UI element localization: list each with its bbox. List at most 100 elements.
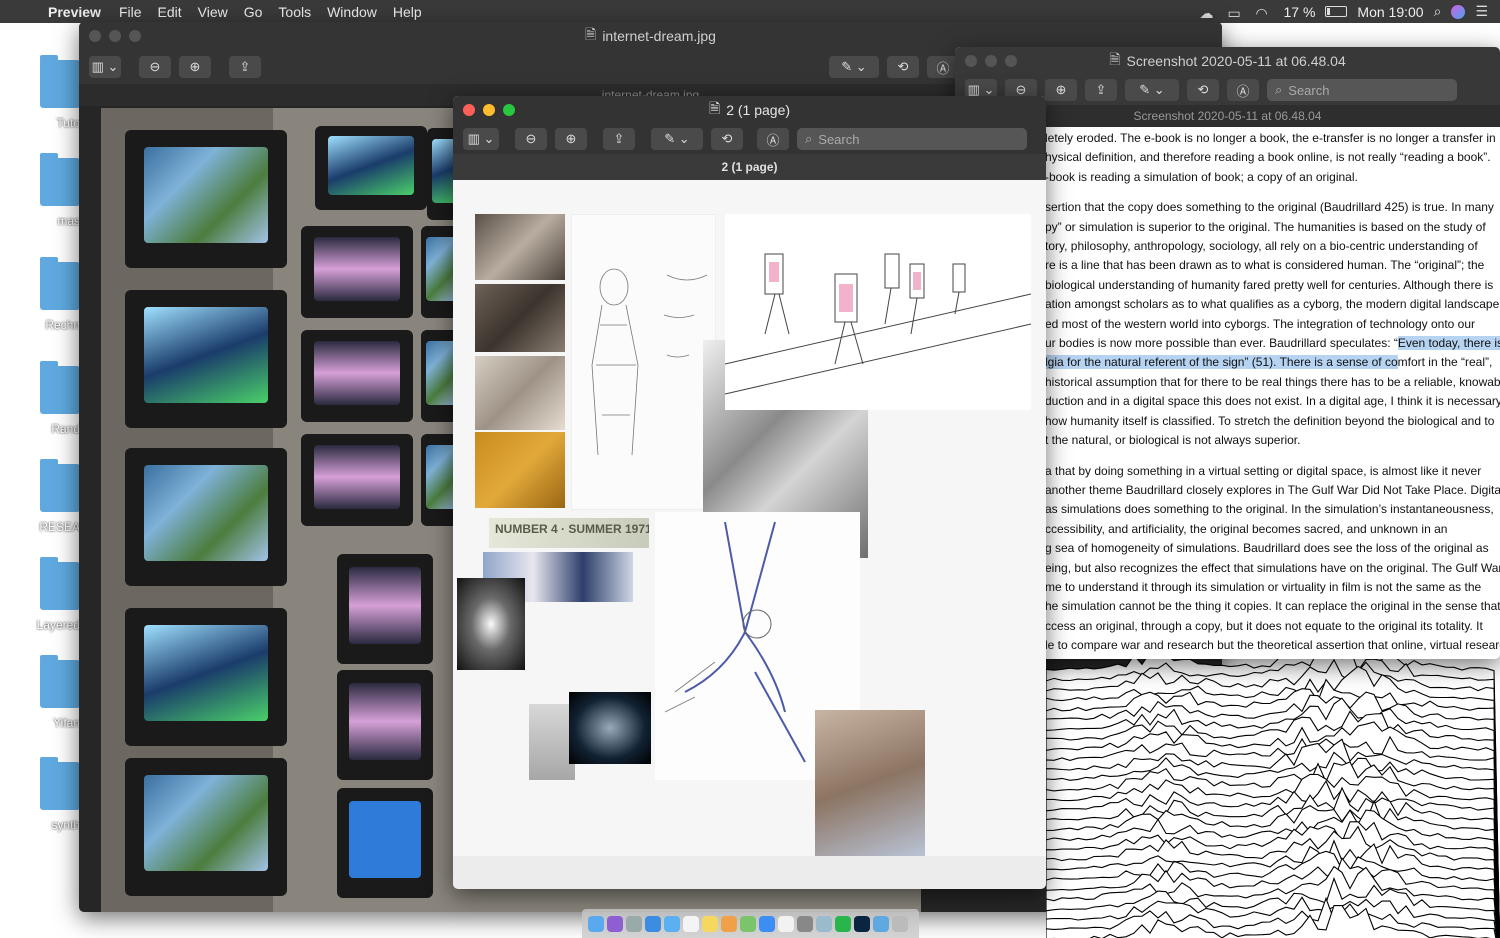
wifi-icon[interactable]: ◠ [1256,5,1274,21]
minimize-button[interactable] [985,55,997,67]
sidebar-toggle-button[interactable]: ▥ ⌄ [89,56,121,78]
trash-icon[interactable] [892,915,908,932]
text-line: sertion that the copy does something to … [1045,200,1494,215]
text-line: letely eroded. The e-book is no longer a… [1045,131,1496,145]
menu-file[interactable]: File [111,4,150,20]
notes-icon[interactable] [702,915,718,932]
minimize-button[interactable] [109,30,121,42]
zoom-button[interactable] [503,104,515,116]
tv-set [337,554,433,664]
mail-icon[interactable] [664,915,680,932]
siri-icon[interactable] [607,915,623,932]
close-button[interactable] [89,30,101,42]
safari-icon[interactable] [645,915,661,932]
tv-set [337,670,433,780]
sidebar-toggle-button[interactable]: ▥ ⌄ [463,128,499,150]
share-button[interactable]: ⇪ [603,128,635,150]
zoom-button[interactable] [129,30,141,42]
zoom-in-button[interactable]: ⊕ [179,56,211,78]
desktop-folder[interactable]: Tuto [40,55,80,130]
folder-label: Rechn [45,318,80,332]
markup-button[interactable]: Ⓐ [757,128,789,150]
creative-cloud-icon[interactable]: ☁ [1200,5,1218,21]
share-button[interactable]: ⇪ [1085,79,1117,101]
notification-center-icon[interactable]: ☰ [1475,3,1488,20]
zoom-button[interactable] [1005,55,1017,67]
search-input[interactable]: ⌕ Search [797,128,1027,150]
folder-icon[interactable] [873,915,889,932]
folder-label: Layered [36,618,80,632]
app-store-icon[interactable] [759,915,775,932]
titlebar[interactable]: 🗎 internet-dream.jpg [79,22,1222,50]
desktop-folder[interactable]: mas [40,153,80,228]
folder-label: Yifan [53,716,80,730]
close-button[interactable] [965,55,977,67]
figure-render-image [815,710,925,856]
siri-icon[interactable] [1451,4,1466,19]
battery-icon[interactable] [1325,6,1348,17]
menu-edit[interactable]: Edit [150,4,190,20]
toolbar: ▥ ⌄ ⊖ ⊕ ⇪ ✎ ⌄ ⟲ Ⓐ ⌕ Search [453,124,1046,154]
texture-photo [475,432,565,508]
menu-app-preview[interactable]: Preview [40,4,111,20]
desktop-folder[interactable]: Layered [37,557,80,632]
maps-icon[interactable] [740,915,756,932]
photoshop-icon[interactable] [854,915,870,932]
selected-text[interactable]: lgia for the natural referent of the sig… [1045,355,1398,370]
launchpad-icon[interactable] [626,915,642,932]
titlebar[interactable]: 🗎 2 (1 page) [453,96,1046,124]
calendar-icon[interactable] [683,915,699,932]
whatsapp-icon[interactable] [835,915,851,932]
close-button[interactable] [463,104,475,116]
text-line: t the natural, or biological is not alwa… [1045,433,1301,448]
text-line: eing, but also recognizes the effect tha… [1045,560,1500,575]
rotate-button[interactable]: ⟲ [1187,79,1219,101]
markup-pen-button[interactable]: ✎ ⌄ [1125,79,1179,101]
desktop-folder[interactable]: Yifan [40,655,80,730]
markup-pen-button[interactable]: ✎ ⌄ [651,128,703,150]
preview-icon[interactable] [816,915,832,932]
finder-icon[interactable] [588,915,604,932]
status-area: ☁ ▭ ◠ 17 % Mon 19:00 ⌕ ☰ [1200,0,1500,23]
spotlight-search-icon[interactable]: ⌕ [1434,3,1442,20]
texture-photo [475,284,565,352]
menu-tools[interactable]: Tools [270,4,319,20]
zoom-out-button[interactable]: ⊖ [139,56,171,78]
share-button[interactable]: ⇪ [229,56,261,78]
desktop-folder[interactable]: synth [40,757,80,832]
folder-label: Rand [51,422,80,436]
folder-icon [40,361,80,414]
text-line: g sea of homogeneity of simulations. Bau… [1045,541,1489,556]
desktop-folder[interactable]: Rechn [40,257,80,332]
search-input[interactable]: ⌕ Search [1267,79,1457,101]
menu-view[interactable]: View [190,4,236,20]
text-line: mfort in the “real”, [1397,355,1493,370]
rotate-button[interactable]: ⟲ [711,128,743,150]
settings-icon[interactable] [797,915,813,932]
selected-text[interactable]: Even today, there is a [1397,336,1500,351]
folder-icon [40,557,80,610]
menu-window[interactable]: Window [319,4,385,20]
music-icon[interactable] [778,915,794,932]
rotate-button[interactable]: ⟲ [887,56,919,78]
magazine-header: NUMBER 4 · SUMMER 1971 [489,518,649,548]
document-icon: 🗎 [708,100,721,116]
zoom-in-button[interactable]: ⊕ [1045,79,1077,101]
photos-icon[interactable] [721,915,737,932]
window-title: 2 (1 page) [726,102,791,118]
markup-pen-button[interactable]: ✎ ⌄ [829,56,879,78]
text-line: biological understanding of humanity far… [1045,277,1494,292]
titlebar[interactable]: 🗎 Screenshot 2020-05-11 at 06.48.04 [955,47,1500,75]
menu-go[interactable]: Go [236,4,271,20]
airplay-icon[interactable]: ▭ [1228,5,1246,21]
zoom-in-button[interactable]: ⊕ [555,128,587,150]
minimize-button[interactable] [483,104,495,116]
zoom-out-button[interactable]: ⊖ [515,128,547,150]
search-placeholder: Search [818,131,860,147]
desktop-folder[interactable]: RESEA [39,459,80,534]
text-line: py” or simulation is superior to the ori… [1045,219,1486,234]
clock[interactable]: Mon 19:00 [1357,4,1423,20]
menu-help[interactable]: Help [385,4,430,20]
desktop-folder[interactable]: Rand [40,361,80,436]
markup-button[interactable]: Ⓐ [1227,79,1259,101]
